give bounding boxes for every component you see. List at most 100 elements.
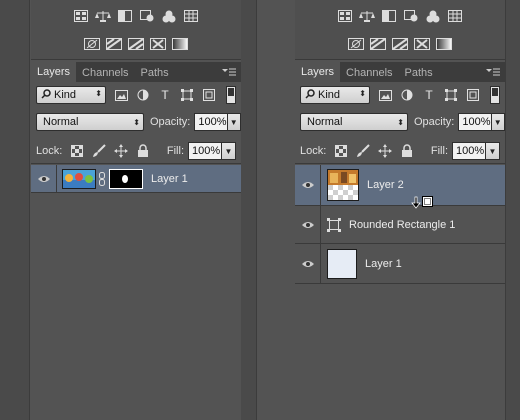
exposure-icon[interactable] [403, 9, 419, 23]
fill-input[interactable]: 100% [452, 142, 486, 160]
adjustment-layer-filter-icon[interactable] [136, 88, 150, 102]
filter-kind-label: Kind [318, 89, 341, 101]
shape-layer-icon[interactable] [327, 217, 341, 232]
adjustments-panel [295, 0, 505, 60]
tab-layers[interactable]: Layers [295, 62, 341, 82]
opacity-dropdown-arrow[interactable]: ▼ [491, 113, 505, 131]
layers-list: Layer 2 Rounded Rectangle 1 Layer 1 [295, 165, 505, 420]
color-lookup-icon[interactable] [128, 37, 144, 51]
visibility-eye-icon[interactable] [31, 165, 57, 192]
visibility-eye-icon[interactable] [295, 244, 321, 283]
blend-bar: Normal ⬍ Opacity: 100% ▼ [295, 110, 505, 134]
updown-arrow-icon: ⬍ [359, 89, 366, 98]
gradient-map-icon[interactable] [172, 37, 188, 51]
blend-mode-value: Normal [43, 116, 79, 128]
levels-icon[interactable] [359, 9, 375, 23]
left-layers-panel: Layers Channels Paths Kind ⬍ T Normal ⬍ … [31, 0, 241, 420]
brightness-contrast-icon[interactable] [73, 9, 89, 23]
blend-mode-dropdown[interactable]: Normal ⬍ [300, 113, 408, 131]
blend-mode-dropdown[interactable]: Normal ⬍ [36, 113, 144, 131]
updown-arrow-icon: ⬍ [133, 118, 140, 127]
layer-name: Layer 1 [365, 257, 402, 270]
left-dock-edge [0, 0, 30, 420]
layer-row[interactable]: Layer 1 [31, 165, 241, 193]
tab-channels[interactable]: Channels [76, 64, 134, 82]
lock-position-icon[interactable] [378, 143, 393, 158]
panel-menu-icon[interactable] [485, 66, 501, 78]
fill-dropdown-arrow[interactable]: ▼ [486, 142, 500, 160]
photo-filter-icon[interactable] [348, 37, 364, 51]
lock-position-icon[interactable] [114, 143, 129, 158]
type-layer-filter-icon[interactable]: T [422, 88, 436, 102]
lock-transparent-pixels-icon[interactable] [334, 144, 348, 158]
layer-thumbnail[interactable] [327, 169, 359, 201]
center-dock-divider [240, 0, 257, 420]
layer-filter-bar: Kind ⬍ T [295, 83, 505, 107]
layer-name: Rounded Rectangle 1 [349, 218, 456, 231]
layer-thumbnail[interactable] [327, 248, 357, 279]
tab-layers[interactable]: Layers [31, 62, 77, 82]
hue-saturation-icon[interactable] [447, 9, 463, 23]
opacity-dropdown-arrow[interactable]: ▼ [227, 113, 241, 131]
fill-input[interactable]: 100% [188, 142, 222, 160]
tab-channels[interactable]: Channels [340, 64, 398, 82]
filter-toggle-switch[interactable] [490, 86, 500, 104]
filter-kind-label: Kind [54, 89, 77, 101]
adjustment-layer-filter-icon[interactable] [400, 88, 414, 102]
vibrance-icon[interactable] [161, 9, 177, 23]
layers-list: Layer 1 [31, 165, 241, 420]
lock-transparent-pixels-icon[interactable] [70, 144, 84, 158]
filter-kind-dropdown[interactable]: Kind ⬍ [36, 86, 106, 104]
shape-layer-filter-icon[interactable] [180, 88, 194, 102]
pixel-layer-filter-icon[interactable] [114, 88, 128, 102]
type-layer-filter-icon[interactable]: T [158, 88, 172, 102]
channel-mixer-icon[interactable] [370, 37, 386, 51]
curves-icon[interactable] [117, 9, 133, 23]
opacity-label: Opacity: [414, 116, 455, 128]
opacity-input[interactable]: 100% [458, 113, 492, 131]
invert-icon[interactable] [150, 37, 166, 51]
opacity-label: Opacity: [150, 116, 191, 128]
panel-tab-bar: Layers Channels Paths [295, 62, 505, 82]
lock-label: Lock: [300, 144, 327, 157]
lock-all-icon[interactable] [400, 143, 414, 158]
opacity-input[interactable]: 100% [194, 113, 228, 131]
vibrance-icon[interactable] [425, 9, 441, 23]
layer-row[interactable]: Layer 2 [295, 165, 505, 209]
filter-toggle-switch[interactable] [226, 86, 236, 104]
smart-object-filter-icon[interactable] [466, 88, 480, 102]
mask-link-icon[interactable] [99, 171, 105, 186]
right-layers-panel: Layers Channels Paths Kind ⬍ T Normal ⬍ … [295, 0, 505, 420]
channel-mixer-icon[interactable] [106, 37, 122, 51]
layer-row[interactable]: Rounded Rectangle 1 [295, 206, 505, 244]
color-lookup-icon[interactable] [392, 37, 408, 51]
fill-label: Fill: [430, 145, 448, 157]
shape-layer-filter-icon[interactable] [444, 88, 458, 102]
tab-paths[interactable]: Paths [135, 64, 175, 82]
layer-name: Layer 2 [367, 179, 404, 191]
fill-dropdown-arrow[interactable]: ▼ [222, 142, 236, 160]
invert-icon[interactable] [414, 37, 430, 51]
layer-thumbnail[interactable] [62, 168, 96, 189]
panel-menu-icon[interactable] [221, 66, 237, 78]
hue-saturation-icon[interactable] [183, 9, 199, 23]
layer-row[interactable]: Layer 1 [295, 244, 505, 284]
lock-image-pixels-icon[interactable] [92, 143, 107, 158]
lock-image-pixels-icon[interactable] [356, 143, 371, 158]
curves-icon[interactable] [381, 9, 397, 23]
gradient-map-icon[interactable] [436, 37, 452, 51]
tab-paths[interactable]: Paths [399, 64, 439, 82]
levels-icon[interactable] [95, 9, 111, 23]
updown-arrow-icon: ⬍ [397, 118, 404, 127]
filter-kind-dropdown[interactable]: Kind ⬍ [300, 86, 370, 104]
visibility-eye-icon[interactable] [295, 206, 321, 243]
lock-all-icon[interactable] [136, 143, 150, 158]
adjustments-panel [31, 0, 241, 60]
exposure-icon[interactable] [139, 9, 155, 23]
brightness-contrast-icon[interactable] [337, 9, 353, 23]
layer-mask-thumbnail[interactable] [109, 168, 143, 189]
photo-filter-icon[interactable] [84, 37, 100, 51]
smart-object-filter-icon[interactable] [202, 88, 216, 102]
pixel-layer-filter-icon[interactable] [378, 88, 392, 102]
visibility-eye-icon[interactable] [295, 165, 321, 205]
